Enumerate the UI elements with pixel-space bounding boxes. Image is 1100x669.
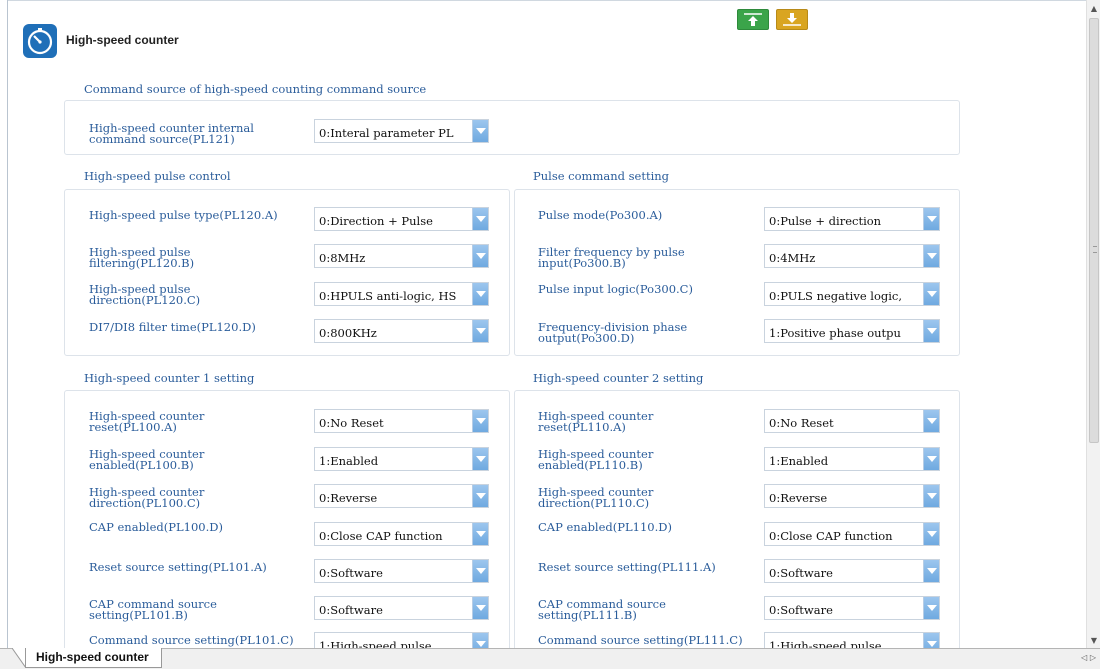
tab-scroll-arrows-icon[interactable]: ◁ ▷ xyxy=(1081,653,1096,662)
select-pulse-type[interactable]: 0:Direction + Pulse xyxy=(314,207,489,231)
chevron-down-icon xyxy=(472,523,488,545)
chevron-down-icon xyxy=(472,120,488,142)
select-pulse-filtering[interactable]: 0:8MHz xyxy=(314,244,489,268)
chevron-down-icon xyxy=(472,320,488,342)
chevron-down-icon xyxy=(923,597,939,619)
section-title-pulse-command: Pulse command setting xyxy=(533,169,670,183)
vertical-scrollbar[interactable]: ▲ ▼ xyxy=(1086,0,1100,648)
bottom-tab-bar: High-speed counter ◁ ▷ xyxy=(0,648,1100,669)
select-counter2-cap-source[interactable]: 0:Software xyxy=(764,596,940,620)
select-pulse-direction[interactable]: 0:HPULS anti-logic, HS xyxy=(314,282,489,306)
chevron-down-icon xyxy=(472,597,488,619)
label-counter1-reset-source: Reset source setting(PL101.A) xyxy=(89,560,267,574)
label-counter2-cap-source: CAP command source setting(PL111.B) xyxy=(538,597,666,622)
label-counter1-cap-enabled: CAP enabled(PL100.D) xyxy=(89,520,223,534)
chevron-down-icon xyxy=(472,448,488,470)
label-counter2-direction: High-speed counter direction(PL110.C) xyxy=(538,485,654,510)
label-counter2-command-source: Command source setting(PL111.C) xyxy=(538,633,743,647)
label-counter1-direction: High-speed counter direction(PL100.C) xyxy=(89,485,205,510)
chevron-down-icon xyxy=(472,208,488,230)
chevron-down-icon xyxy=(472,560,488,582)
label-pulse-direction: High-speed pulse direction(PL120.C) xyxy=(89,282,201,307)
label-counter1-reset: High-speed counter reset(PL100.A) xyxy=(89,409,205,434)
select-pulse-input-logic[interactable]: 0:PULS negative logic, xyxy=(764,282,940,306)
label-di7-di8-filter: DI7/DI8 filter time(PL120.D) xyxy=(89,320,256,334)
label-counter1-command-source: Command source setting(PL101.C) xyxy=(89,633,294,647)
page-title: High-speed counter xyxy=(66,33,179,47)
chevron-down-icon xyxy=(923,208,939,230)
select-counter2-direction[interactable]: 0:Reverse xyxy=(764,484,940,508)
download-button[interactable] xyxy=(776,9,808,30)
label-counter2-reset-source: Reset source setting(PL111.A) xyxy=(538,560,716,574)
chevron-down-icon xyxy=(923,410,939,432)
select-counter1-cap-source[interactable]: 0:Software xyxy=(314,596,489,620)
tab-high-speed-counter[interactable]: High-speed counter xyxy=(25,648,162,668)
select-counter1-reset-source[interactable]: 0:Software xyxy=(314,559,489,583)
label-counter1-cap-source: CAP command source setting(PL101.B) xyxy=(89,597,217,622)
chevron-down-icon xyxy=(923,283,939,305)
select-counter2-enabled[interactable]: 1:Enabled xyxy=(764,447,940,471)
chevron-down-icon xyxy=(472,245,488,267)
label-counter2-cap-enabled: CAP enabled(PL110.D) xyxy=(538,520,672,534)
chevron-down-icon xyxy=(923,560,939,582)
select-internal-command-source[interactable]: 0:Interal parameter PL xyxy=(314,119,489,143)
label-frequency-division: Frequency-division phase output(Po300.D) xyxy=(538,320,688,345)
select-counter1-enabled[interactable]: 1:Enabled xyxy=(314,447,489,471)
chevron-down-icon xyxy=(923,245,939,267)
download-icon xyxy=(783,13,801,26)
select-counter2-reset-source[interactable]: 0:Software xyxy=(764,559,940,583)
section-title-pulse-control: High-speed pulse control xyxy=(84,169,231,183)
section-title-counter1: High-speed counter 1 setting xyxy=(84,371,255,385)
label-pulse-input-logic: Pulse input logic(Po300.C) xyxy=(538,282,693,296)
label-counter1-enabled: High-speed counter enabled(PL100.B) xyxy=(89,447,205,472)
chevron-down-icon xyxy=(472,283,488,305)
label-pulse-filtering: High-speed pulse filtering(PL120.B) xyxy=(89,245,195,270)
section-title-counter2: High-speed counter 2 setting xyxy=(533,371,704,385)
label-filter-frequency: Filter frequency by pulse input(Po300.B) xyxy=(538,245,685,270)
frame-top-border xyxy=(7,0,1086,1)
select-frequency-division[interactable]: 1:Positive phase outpu xyxy=(764,319,940,343)
chevron-down-icon xyxy=(472,485,488,507)
main-window: High-speed counter Command source of hig… xyxy=(0,0,1100,669)
label-internal-command-source: High-speed counter internal command sour… xyxy=(89,121,254,146)
chevron-down-icon xyxy=(923,523,939,545)
select-counter1-cap-enabled[interactable]: 0:Close CAP function xyxy=(314,522,489,546)
select-counter2-cap-enabled[interactable]: 0:Close CAP function xyxy=(764,522,940,546)
select-di7-di8-filter[interactable]: 0:800KHz xyxy=(314,319,489,343)
chevron-down-icon xyxy=(923,320,939,342)
label-pulse-type: High-speed pulse type(PL120.A) xyxy=(89,208,278,222)
chevron-down-icon xyxy=(923,485,939,507)
select-counter1-direction[interactable]: 0:Reverse xyxy=(314,484,489,508)
stopwatch-icon xyxy=(23,24,57,58)
select-counter1-reset[interactable]: 0:No Reset xyxy=(314,409,489,433)
frame-left-border xyxy=(7,0,8,648)
label-pulse-mode: Pulse mode(Po300.A) xyxy=(538,208,663,222)
scroll-up-arrow-icon[interactable]: ▲ xyxy=(1087,0,1100,16)
upload-button[interactable] xyxy=(737,9,769,30)
tab-edge-icon xyxy=(12,648,26,668)
scroll-down-arrow-icon[interactable]: ▼ xyxy=(1087,632,1100,648)
upload-icon xyxy=(744,13,762,26)
select-filter-frequency[interactable]: 0:4MHz xyxy=(764,244,940,268)
select-pulse-mode[interactable]: 0:Pulse + direction xyxy=(764,207,940,231)
label-counter2-enabled: High-speed counter enabled(PL110.B) xyxy=(538,447,654,472)
scrollbar-thumb[interactable] xyxy=(1089,18,1099,443)
select-counter2-reset[interactable]: 0:No Reset xyxy=(764,409,940,433)
label-counter2-reset: High-speed counter reset(PL110.A) xyxy=(538,409,654,434)
section-title-command-source: Command source of high-speed counting co… xyxy=(84,82,427,96)
grip-icon xyxy=(1093,246,1097,253)
chevron-down-icon xyxy=(923,448,939,470)
chevron-down-icon xyxy=(472,410,488,432)
